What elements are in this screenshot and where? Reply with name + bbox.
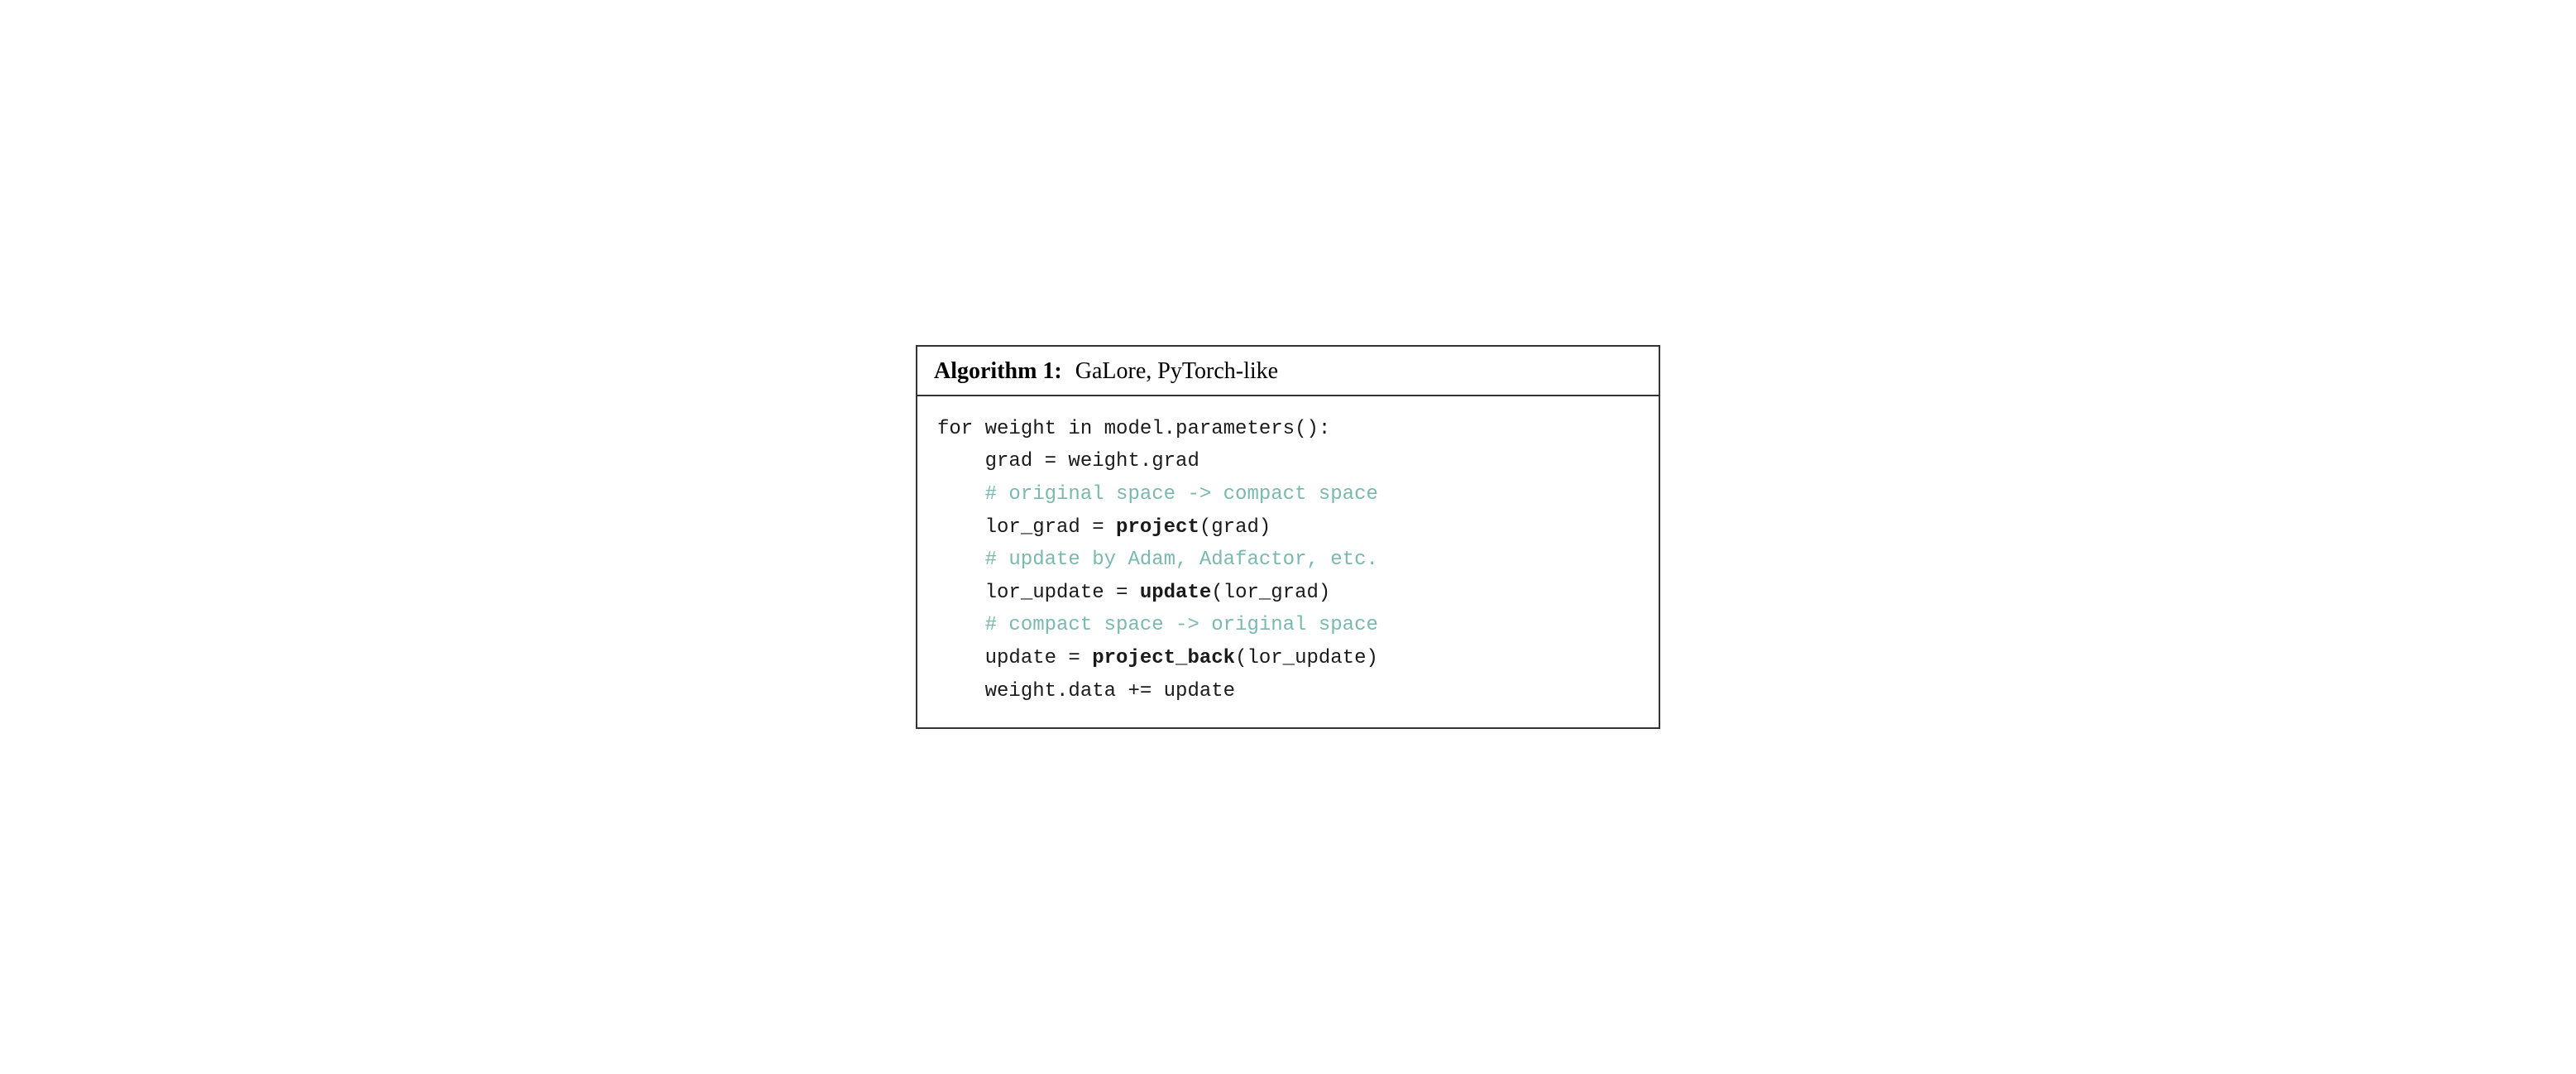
algorithm-title-bold: Algorithm 1:: [934, 358, 1062, 385]
code-line-8: update = project_back(lor_update): [937, 642, 1639, 675]
code-line-2: grad = weight.grad: [937, 445, 1639, 478]
code-bold-6: update: [1140, 582, 1211, 604]
code-line-1: for weight in model.parameters():: [937, 413, 1639, 446]
code-bold-4: project: [1116, 516, 1199, 539]
code-suffix-4: (grad): [1199, 516, 1271, 539]
code-prefix-8: update =: [937, 647, 1092, 669]
algorithm-body: for weight in model.parameters(): grad =…: [917, 396, 1659, 727]
code-prefix-4: lor_grad =: [937, 516, 1116, 539]
code-line-6: lor_update = update(lor_grad): [937, 577, 1639, 610]
code-line-9: weight.data += update: [937, 675, 1639, 708]
code-bold-8: project_back: [1092, 647, 1235, 669]
code-line-7: # compact space -> original space: [937, 609, 1639, 642]
code-prefix-6: lor_update =: [937, 582, 1140, 604]
algorithm-header: Algorithm 1: GaLore, PyTorch-like: [917, 347, 1659, 396]
code-suffix-8: (lor_update): [1235, 647, 1378, 669]
algorithm-box: Algorithm 1: GaLore, PyTorch-like for we…: [916, 345, 1660, 729]
code-line-5: # update by Adam, Adafactor, etc.: [937, 544, 1639, 577]
code-line-4: lor_grad = project(grad): [937, 511, 1639, 544]
algorithm-title-normal: GaLore, PyTorch-like: [1075, 358, 1278, 385]
code-suffix-6: (lor_grad): [1211, 582, 1330, 604]
code-line-3: # original space -> compact space: [937, 478, 1639, 511]
